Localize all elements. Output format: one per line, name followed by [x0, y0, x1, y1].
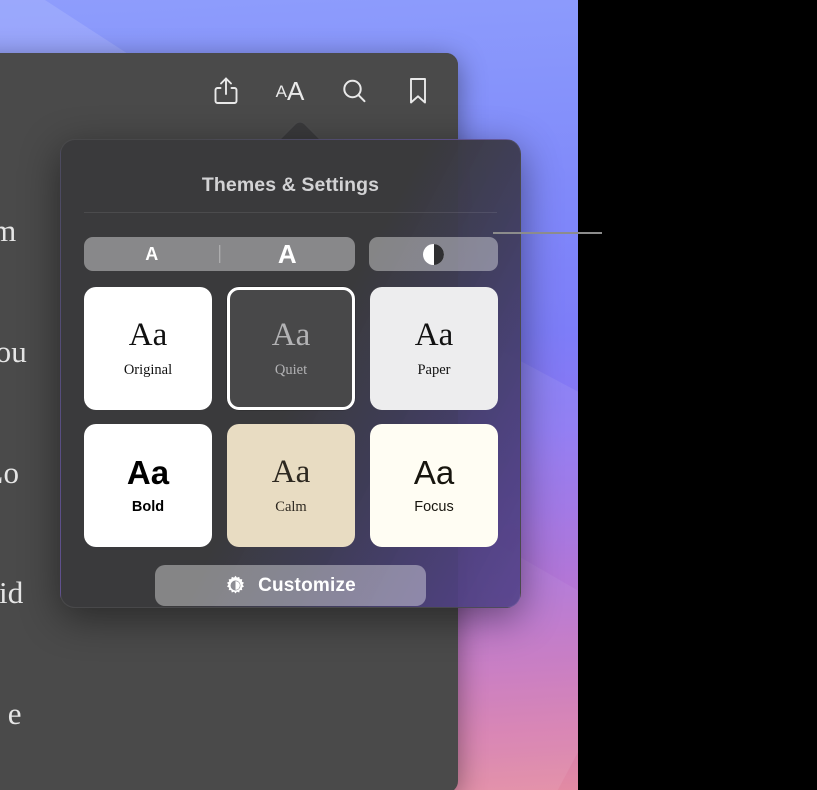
segment-divider: [218, 245, 221, 263]
popover-divider: [84, 212, 497, 213]
reader-line: not e: [7, 695, 22, 731]
font-size-large-label: A: [277, 238, 297, 269]
customize-label: Customize: [258, 574, 356, 596]
controls-row: A A: [84, 237, 498, 271]
search-icon[interactable]: [336, 71, 372, 111]
contrast-circle-icon: [423, 243, 444, 265]
toolbar-icon-group: AA: [208, 71, 436, 111]
theme-label: Original: [123, 362, 173, 379]
theme-card-quiet[interactable]: Aa Quiet: [227, 287, 355, 410]
text-size-icon[interactable]: AA: [272, 71, 308, 111]
font-size-segment[interactable]: A A: [84, 237, 355, 271]
font-size-increase-button[interactable]: A: [220, 239, 356, 270]
theme-label: Paper: [417, 362, 451, 379]
screen: AA I am shou r. Lo d gid: [0, 0, 817, 790]
share-icon[interactable]: [208, 71, 244, 111]
theme-preview-glyph: Aa: [271, 317, 311, 354]
theme-label: Quiet: [274, 362, 308, 379]
theme-preview-glyph: Aa: [128, 317, 168, 354]
theme-card-calm[interactable]: Aa Calm: [227, 424, 355, 547]
theme-label: Bold: [131, 499, 165, 516]
theme-label: Focus: [414, 499, 454, 516]
theme-preview-glyph: Aa: [271, 454, 311, 491]
popover-title: Themes & Settings: [201, 174, 380, 196]
gear-icon: [225, 575, 246, 596]
appearance-contrast-toggle[interactable]: [369, 237, 498, 271]
font-size-small-label: A: [145, 243, 159, 264]
callout-line: [493, 232, 602, 234]
text-size-small-a: A: [275, 81, 287, 101]
font-size-decrease-button[interactable]: A: [84, 244, 220, 265]
reader-toolbar: AA: [0, 53, 458, 128]
theme-card-original[interactable]: Aa Original: [84, 287, 212, 410]
bookmark-icon[interactable]: [400, 71, 436, 111]
text-size-big-a: A: [287, 76, 305, 106]
themes-settings-popover-wrapper: Themes & Settings A A Aa Original Aa Qui…: [60, 118, 521, 608]
theme-card-focus[interactable]: Aa Focus: [370, 424, 498, 547]
theme-card-bold[interactable]: Aa Bold: [84, 424, 212, 547]
theme-preview-glyph: Aa: [414, 317, 454, 354]
theme-grid: Aa Original Aa Quiet Aa Paper Aa Bold Aa: [84, 287, 498, 547]
theme-label: Calm: [275, 499, 307, 516]
customize-button[interactable]: Customize: [155, 565, 426, 606]
theme-preview-glyph: Aa: [126, 454, 170, 492]
theme-card-paper[interactable]: Aa Paper: [370, 287, 498, 410]
theme-preview-glyph: Aa: [413, 454, 455, 492]
themes-settings-popover: Themes & Settings A A Aa Original Aa Qui…: [60, 139, 521, 608]
